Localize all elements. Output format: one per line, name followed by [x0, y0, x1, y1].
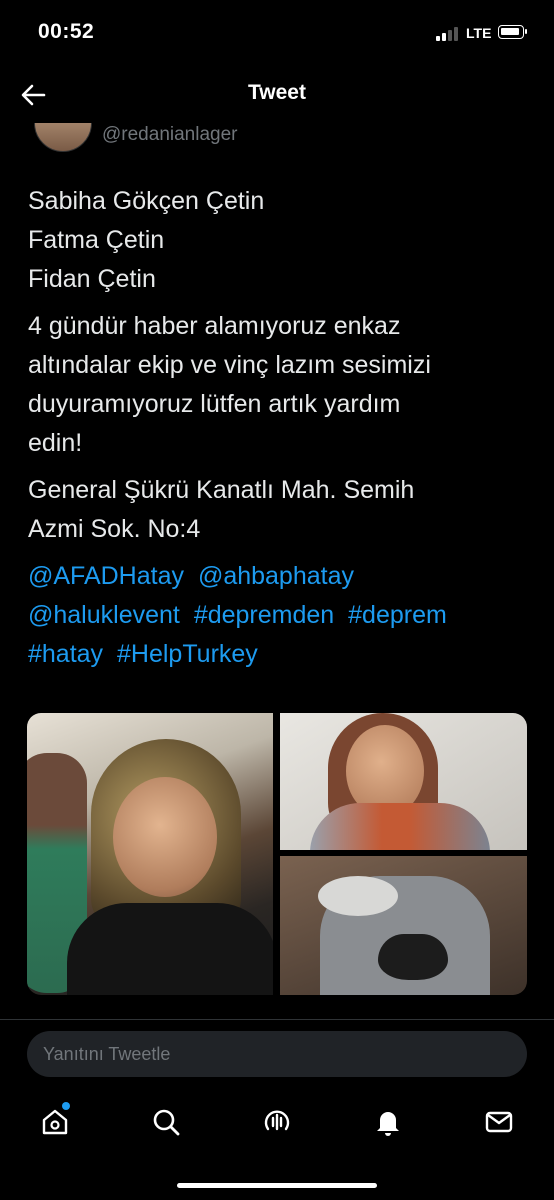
tweet-author[interactable]: @redanianlager — [30, 122, 530, 154]
author-handle[interactable]: @redanianlager — [102, 124, 238, 146]
status-bar: 00:52 LTE — [0, 0, 554, 66]
hashtag-link[interactable]: #HelpTurkey — [117, 640, 258, 668]
address-block: General Şükrü Kanatlı Mah. Semih Azmi So… — [28, 471, 533, 549]
names-block: Sabiha Gökçen Çetin Fatma Çetin Fidan Çe… — [28, 182, 533, 299]
spaces-icon[interactable] — [259, 1104, 295, 1140]
top-header: Tweet — [0, 66, 554, 123]
divider — [0, 1019, 554, 1020]
network-label: LTE — [466, 25, 492, 41]
clock: 00:52 — [38, 20, 95, 43]
page-title: Tweet — [248, 81, 306, 104]
mention-link[interactable]: @haluklevent — [28, 601, 180, 629]
tweet-body: Sabiha Gökçen Çetin Fatma Çetin Fidan Çe… — [28, 182, 533, 682]
message-line: edin! — [28, 429, 83, 457]
home-notification-dot — [62, 1102, 70, 1110]
message-block: 4 gündür haber alamıyoruz enkaz altındal… — [28, 307, 533, 463]
signal-icon — [436, 27, 462, 41]
notifications-icon[interactable] — [370, 1104, 406, 1140]
hashtag-link[interactable]: #hatay — [28, 640, 103, 668]
media-grid — [27, 713, 527, 995]
search-icon[interactable] — [148, 1104, 184, 1140]
reply-placeholder: Yanıtını Tweetle — [43, 1044, 171, 1064]
address-line: General Şükrü Kanatlı Mah. Semih — [28, 476, 415, 504]
reply-input[interactable]: Yanıtını Tweetle — [27, 1031, 527, 1077]
avatar[interactable] — [34, 122, 92, 152]
name-line: Fidan Çetin — [28, 265, 156, 293]
photo-woman-headscarf[interactable] — [27, 713, 273, 995]
name-line: Sabiha Gökçen Çetin — [28, 187, 265, 215]
messages-icon[interactable] — [481, 1104, 517, 1140]
battery-icon — [498, 25, 527, 39]
hashtag-link[interactable]: #depremden — [194, 601, 334, 629]
address-line: Azmi Sok. No:4 — [28, 515, 201, 543]
message-line: duyuramıyoruz lütfen artık yardım — [28, 390, 401, 418]
photo-woman-red-hair[interactable] — [280, 713, 527, 850]
photo-woman-bowl[interactable] — [280, 856, 527, 995]
home-indicator — [177, 1183, 377, 1188]
mention-link[interactable]: @AFADHatay — [28, 562, 184, 590]
name-line: Fatma Çetin — [28, 226, 165, 254]
mention-link[interactable]: @ahbaphatay — [198, 562, 354, 590]
message-line: altındalar ekip ve vinç lazım sesimizi — [28, 351, 431, 379]
message-line: 4 gündür haber alamıyoruz enkaz — [28, 312, 401, 340]
mentions-hashtags: @AFADHatay @ahbaphatay @haluklevent #dep… — [28, 557, 533, 674]
hashtag-link[interactable]: #deprem — [348, 601, 447, 629]
